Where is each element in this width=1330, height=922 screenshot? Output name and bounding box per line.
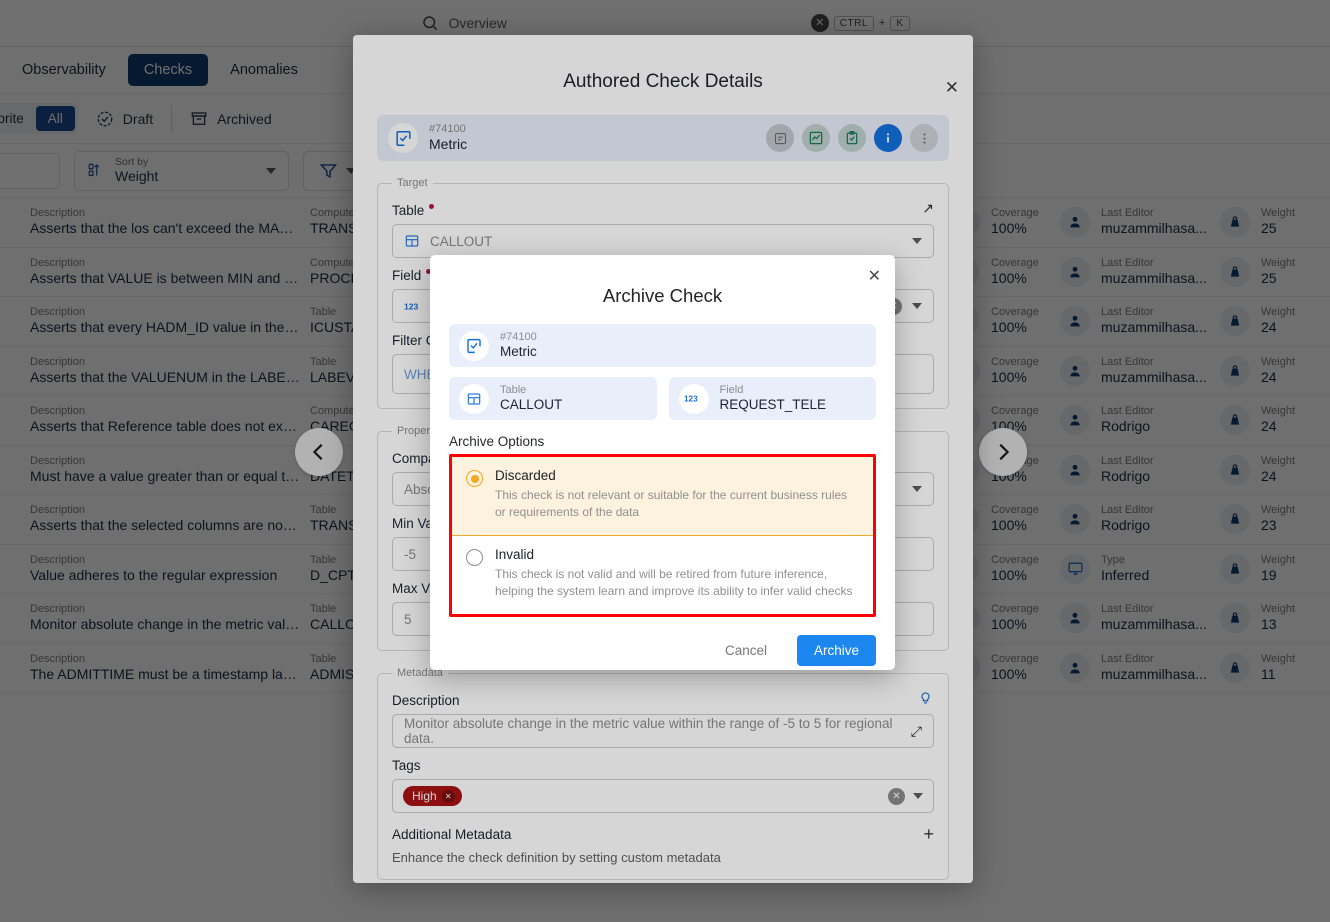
close-archive-dialog-icon[interactable]: ✕ xyxy=(868,269,881,285)
archive-check-dialog: ✕ Archive Check #74100 Metric Table CALL… xyxy=(430,255,895,670)
archive-table-label: Table xyxy=(500,383,527,396)
field-badge-icon: 123 xyxy=(678,383,709,414)
archive-dialog-footer: Cancel Archive xyxy=(430,617,895,666)
numeric-123-icon: 123 xyxy=(684,394,698,403)
table-icon xyxy=(467,392,481,405)
archive-table-card: Table CALLOUT xyxy=(449,377,657,420)
archive-dialog-body: #74100 Metric Table CALLOUT 123 Field RE… xyxy=(430,307,895,617)
check-square-icon xyxy=(467,338,481,353)
archive-options-group: Discarded This check is not relevant or … xyxy=(449,454,876,617)
archive-check-id: #74100 xyxy=(500,330,537,343)
archive-field-value: REQUEST_TELE xyxy=(719,397,827,412)
archive-field-card: 123 Field REQUEST_TELE xyxy=(668,377,876,420)
table-badge-icon xyxy=(459,383,489,414)
archive-target-cards: Table CALLOUT 123 Field REQUEST_TELE xyxy=(449,377,876,420)
check-badge-icon xyxy=(459,330,489,361)
archive-options-title: Archive Options xyxy=(449,434,545,449)
archive-cancel-button[interactable]: Cancel xyxy=(709,635,783,666)
archive-table-value: CALLOUT xyxy=(500,397,563,412)
archive-dialog-title: Archive Check xyxy=(602,285,723,306)
radio-invalid-icon[interactable] xyxy=(466,548,483,566)
archive-option-invalid[interactable]: Invalid This check is not valid and will… xyxy=(452,535,873,614)
archive-confirm-button[interactable]: Archive xyxy=(796,634,876,666)
option-invalid-description: This check is not valid and will be reti… xyxy=(495,566,853,599)
option-discarded-description: This check is not relevant or suitable f… xyxy=(495,488,848,520)
radio-discarded-icon[interactable] xyxy=(466,470,483,487)
svg-text:123: 123 xyxy=(684,394,698,403)
archive-check-name: Metric xyxy=(500,344,537,359)
option-discarded-label: Discarded xyxy=(495,468,556,483)
archive-field-label: Field xyxy=(719,383,744,396)
archive-option-discarded[interactable]: Discarded This check is not relevant or … xyxy=(452,457,873,536)
archive-check-card: #74100 Metric xyxy=(449,324,876,367)
option-invalid-label: Invalid xyxy=(495,546,535,562)
